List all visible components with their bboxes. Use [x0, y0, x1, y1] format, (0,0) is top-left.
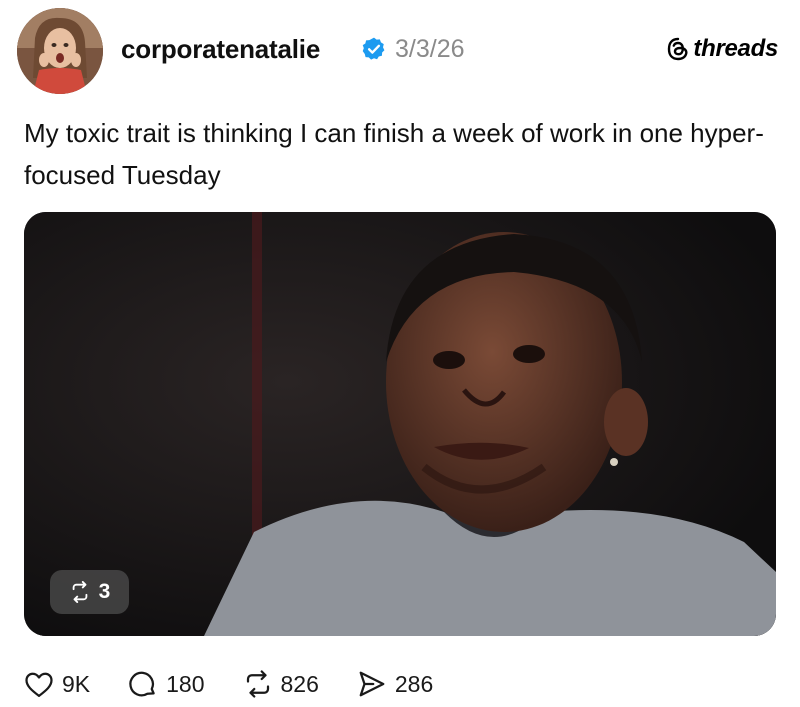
- repost-icon: [72, 581, 87, 603]
- post-video[interactable]: [24, 212, 776, 636]
- repost-badge-count: 3: [98, 580, 111, 603]
- share-button[interactable]: 286: [357, 669, 433, 699]
- like-button[interactable]: 9K: [24, 670, 90, 698]
- reply-icon: [129, 671, 155, 697]
- threads-brand[interactable]: threads: [667, 34, 778, 64]
- reply-count: 180: [166, 670, 205, 697]
- verified-badge-icon: [362, 37, 385, 60]
- repost-button[interactable]: 826: [243, 669, 319, 699]
- avatar[interactable]: [17, 8, 103, 94]
- share-count: 286: [394, 670, 434, 697]
- heart-icon: [25, 672, 53, 697]
- video-frame-image: [24, 212, 776, 636]
- post-text: My toxic trait is thinking I can finish …: [24, 118, 764, 190]
- share-icon: [359, 671, 385, 697]
- post-header: corporatenatalie 3/3/26 threads: [0, 0, 800, 100]
- threads-wordmark: threads: [693, 35, 778, 62]
- post-actions: 9K 180 826 286: [24, 662, 471, 706]
- like-count: 9K: [62, 670, 91, 697]
- avatar-photo: [17, 8, 103, 94]
- repost-count-badge: 3: [50, 570, 129, 614]
- threads-logo-icon: [668, 37, 688, 61]
- post-date: 3/3/26: [395, 35, 465, 63]
- repost-icon: [246, 670, 269, 698]
- reply-button[interactable]: 180: [128, 669, 205, 699]
- repost-count: 826: [280, 670, 319, 697]
- username[interactable]: corporatenatalie: [121, 34, 320, 65]
